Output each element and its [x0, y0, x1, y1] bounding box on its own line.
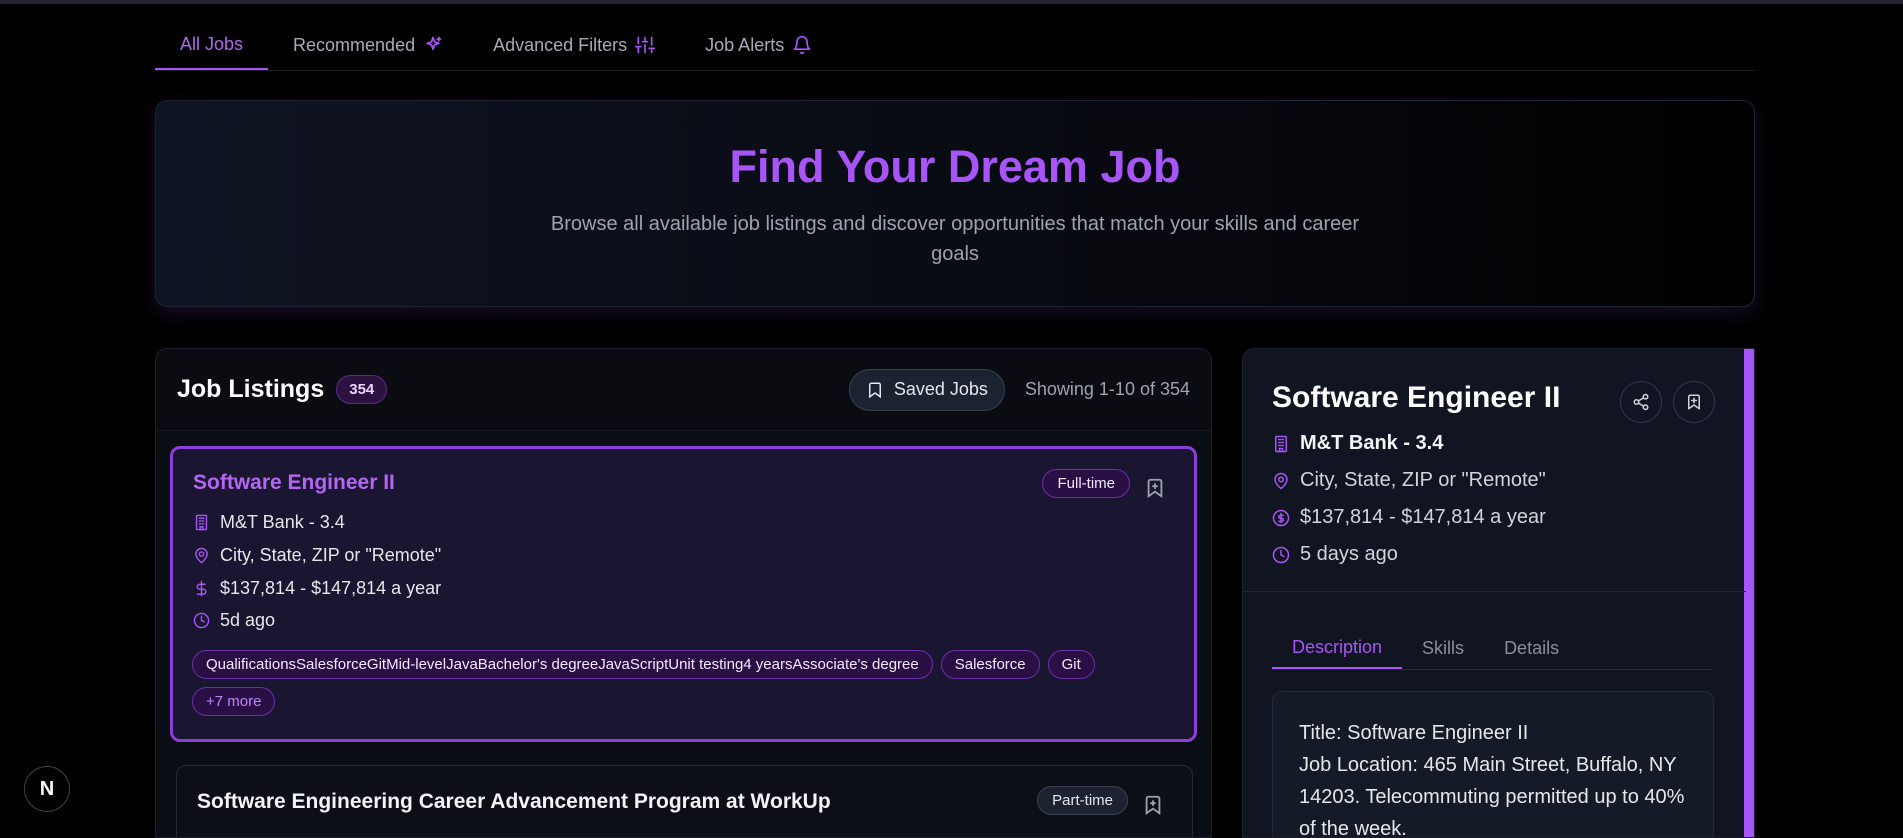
map-pin-icon [1274, 472, 1288, 489]
company-text: M&T Bank - 3.4 [1300, 432, 1444, 454]
job-posted: 5d ago [193, 610, 275, 631]
tab-advanced-filters[interactable]: Advanced Filters [468, 20, 680, 70]
salary-text: $137,814 - $147,814 a year [1300, 506, 1546, 528]
tab-all-jobs[interactable]: All Jobs [155, 20, 269, 70]
sliders-icon [635, 36, 656, 54]
tab-description[interactable]: Description [1272, 627, 1403, 669]
bookmark-add-icon[interactable] [1142, 794, 1164, 816]
skill-tag: Git [1047, 650, 1095, 679]
saved-jobs-label: Saved Jobs [893, 379, 988, 399]
job-title[interactable]: Software Engineer II [193, 471, 395, 495]
job-tabs: All Jobs Recommended Advanced Filters Jo… [155, 20, 1755, 71]
job-location: City, State, ZIP or "Remote" [193, 545, 441, 566]
tab-recommended[interactable]: Recommended [268, 20, 468, 70]
dollar-circle-icon [1272, 509, 1290, 526]
job-type-badge: Full-time [1042, 469, 1130, 498]
tab-job-alerts[interactable]: Job Alerts [680, 20, 837, 70]
building-icon [195, 514, 208, 531]
listings-heading: Job Listings [177, 375, 325, 403]
listings-count-badge: 354 [336, 375, 388, 404]
hero-subtitle: Browse all available job listings and di… [550, 213, 1360, 265]
sparkles-icon [426, 36, 442, 51]
tab-details[interactable]: Details [1484, 627, 1579, 669]
detail-tabs: Description Skills Details [1272, 627, 1712, 670]
detail-posted: 5 days ago [1272, 543, 1398, 566]
tab-label: Advanced Filters [493, 34, 628, 55]
map-pin-icon [195, 547, 208, 564]
divider [1243, 591, 1746, 592]
company-text: M&T Bank - 3.4 [220, 512, 345, 532]
bookmark-add-icon[interactable] [1144, 477, 1166, 499]
scrollbar[interactable] [1744, 349, 1754, 837]
job-description: Title: Software Engineer II Job Location… [1272, 691, 1714, 838]
detail-salary: $137,814 - $147,814 a year [1272, 506, 1546, 529]
detail-location: City, State, ZIP or "Remote" [1272, 469, 1546, 492]
skill-tag: Salesforce [940, 650, 1040, 679]
share-icon [1633, 393, 1649, 411]
posted-text: 5d ago [220, 610, 276, 630]
job-listings-panel: Job Listings 354 Saved Jobs Showing 1-10… [155, 348, 1212, 838]
location-text: City, State, ZIP or "Remote" [220, 545, 442, 565]
tab-label: All Jobs [180, 33, 244, 54]
saved-jobs-button[interactable]: Saved Jobs [848, 368, 1005, 411]
job-salary: $137,814 - $147,814 a year [193, 578, 441, 599]
detail-company: M&T Bank - 3.4 [1272, 432, 1443, 455]
dollar-icon [196, 580, 207, 597]
job-type-badge: Part-time [1037, 786, 1128, 815]
job-title[interactable]: Software Engineering Career Advancement … [197, 790, 831, 814]
tab-label: Job Alerts [705, 34, 785, 55]
description-location-line: Job Location: 465 Main Street, Buffalo, … [1299, 754, 1685, 838]
hero-banner: Find Your Dream Job Browse all available… [155, 100, 1755, 307]
posted-text: 5 days ago [1300, 543, 1398, 565]
nextjs-dev-badge[interactable]: N [24, 766, 70, 812]
skill-tags: QualificationsSalesforceGitMid-levelJava… [192, 650, 1152, 716]
job-company: M&T Bank - 3.4 [193, 512, 345, 533]
clock-icon [1272, 546, 1290, 563]
listings-header: Job Listings 354 Saved Jobs Showing 1-10… [156, 349, 1211, 431]
results-count-text: Showing 1-10 of 354 [1024, 379, 1190, 399]
building-icon [1275, 435, 1287, 452]
job-detail-panel: Software Engineer II M&T Bank - 3.4 City… [1242, 348, 1755, 838]
tab-skills[interactable]: Skills [1402, 627, 1484, 669]
job-card[interactable]: Software Engineering Career Advancement … [176, 765, 1193, 837]
top-bar [0, 0, 1903, 4]
clock-icon [193, 612, 210, 629]
description-title-line: Title: Software Engineer II [1299, 722, 1529, 744]
bookmark-add-icon [1688, 394, 1700, 410]
more-tags-button[interactable]: +7 more [192, 687, 276, 716]
share-button[interactable] [1620, 381, 1662, 423]
salary-text: $137,814 - $147,814 a year [220, 578, 442, 598]
job-card-selected[interactable]: Software Engineer II Full-time M&T Bank … [170, 446, 1197, 742]
bookmark-button[interactable] [1673, 381, 1715, 423]
bell-icon [793, 35, 811, 55]
bookmark-icon [868, 382, 881, 398]
skill-tag: QualificationsSalesforceGitMid-levelJava… [192, 650, 933, 679]
hero-title: Find Your Dream Job [729, 141, 1181, 192]
tab-label: Recommended [293, 34, 416, 55]
detail-title: Software Engineer II [1272, 381, 1561, 414]
location-text: City, State, ZIP or "Remote" [1300, 469, 1546, 491]
